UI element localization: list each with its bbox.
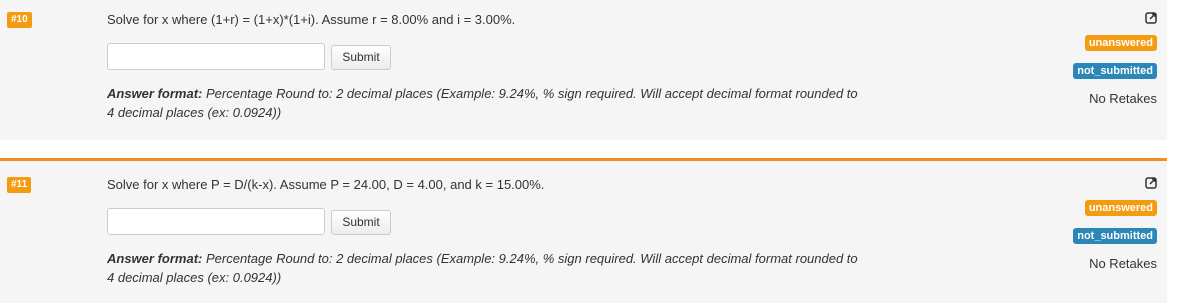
question-number-badge: #11 — [7, 177, 32, 193]
retakes-label: No Retakes — [1089, 91, 1157, 106]
question-number-badge: #10 — [7, 12, 32, 28]
retakes-label: No Retakes — [1089, 256, 1157, 271]
submission-badge: not_submitted — [1073, 228, 1157, 244]
answer-input[interactable] — [107, 208, 325, 235]
answer-format-label: Answer format: — [107, 251, 203, 266]
answer-format-label: Answer format: — [107, 86, 203, 101]
answer-format-text: Answer format: Percentage Round to: 2 de… — [107, 249, 867, 287]
external-link-icon[interactable] — [1145, 177, 1157, 189]
question-panel: #10 Solve for x where (1+r) = (1+x)*(1+i… — [0, 0, 1167, 140]
submission-badge: not_submitted — [1073, 63, 1157, 79]
question-panel: #11 Solve for x where P = D/(k-x). Assum… — [0, 158, 1167, 303]
status-badge: unanswered — [1084, 35, 1157, 51]
answer-format-description: Percentage Round to: 2 decimal places (E… — [107, 251, 858, 285]
answer-input[interactable] — [107, 43, 325, 70]
answer-format-text: Answer format: Percentage Round to: 2 de… — [107, 84, 867, 122]
submit-button[interactable]: Submit — [331, 210, 391, 235]
answer-format-description: Percentage Round to: 2 decimal places (E… — [107, 86, 858, 120]
question-prompt: Solve for x where (1+r) = (1+x)*(1+i). A… — [107, 12, 516, 27]
submit-button[interactable]: Submit — [331, 45, 391, 70]
status-badge: unanswered — [1084, 200, 1157, 216]
question-prompt: Solve for x where P = D/(k-x). Assume P … — [107, 177, 545, 192]
external-link-icon[interactable] — [1145, 12, 1157, 24]
